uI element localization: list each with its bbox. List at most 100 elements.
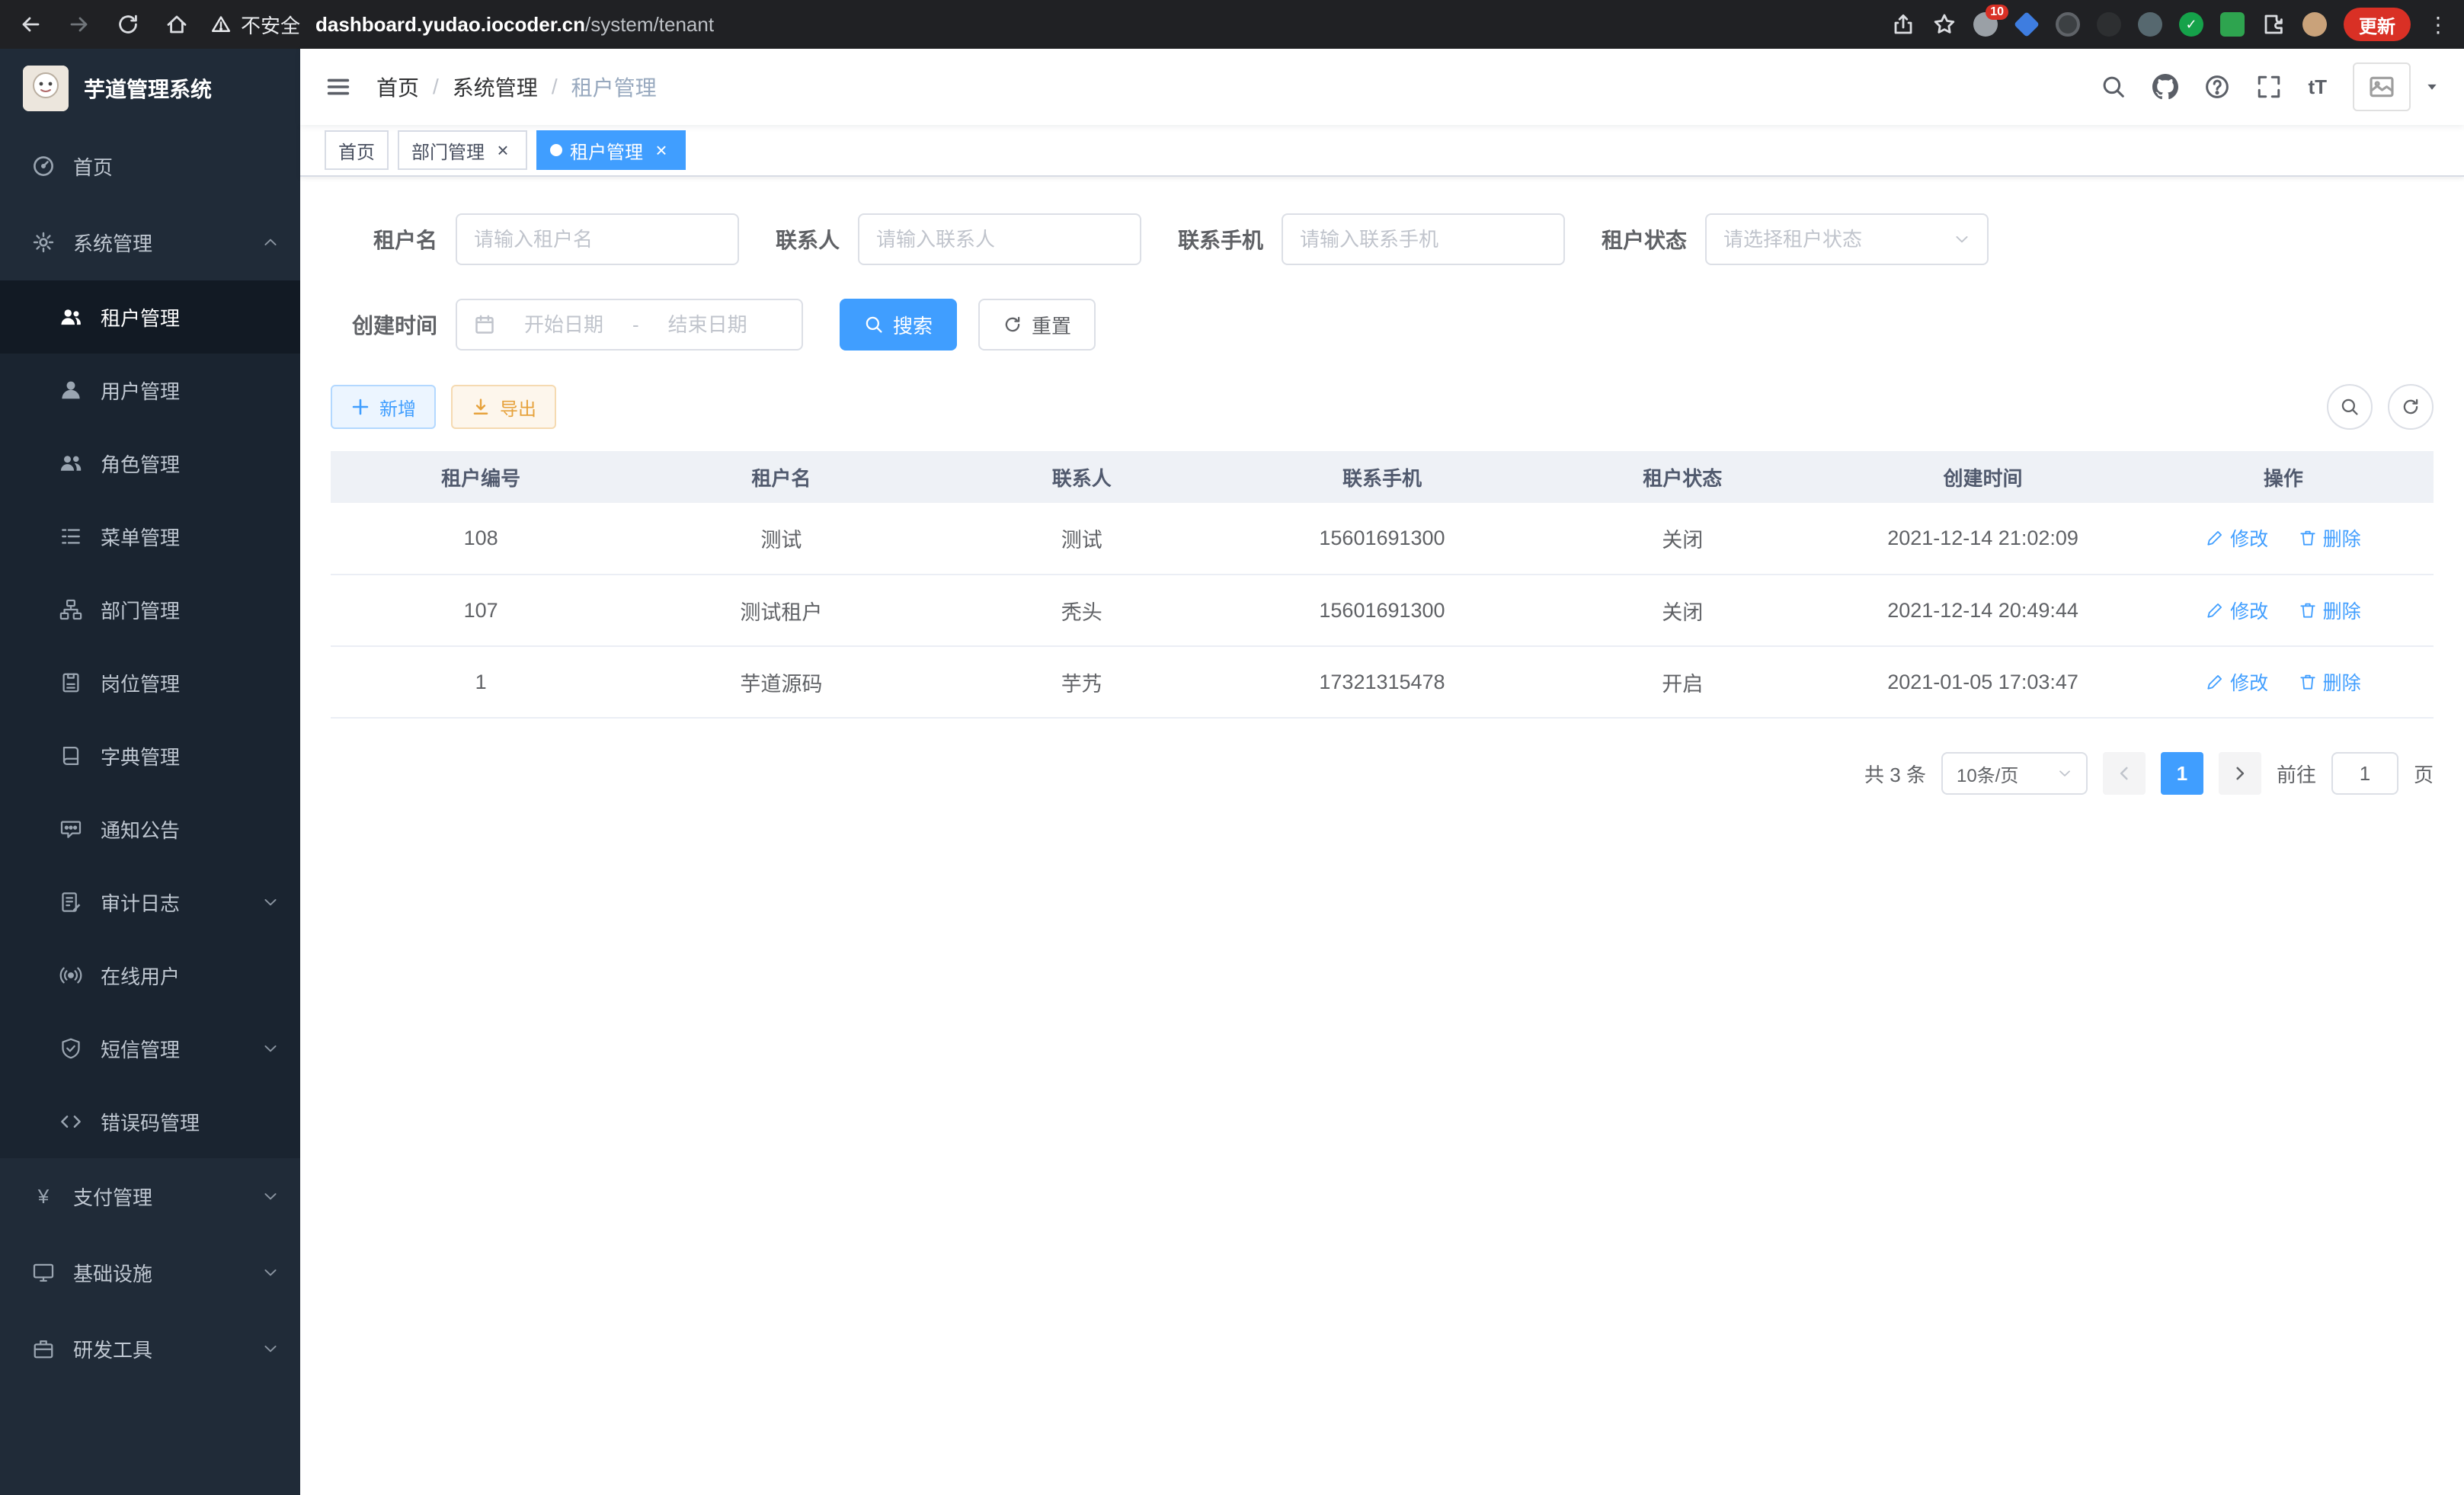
table-column-header: 租户状态 — [1532, 451, 1832, 503]
active-dot — [550, 144, 562, 156]
extension-icon-7[interactable] — [2220, 12, 2245, 37]
sidebar-item[interactable]: 部门管理 — [0, 573, 300, 646]
user-avatar[interactable] — [2353, 62, 2411, 111]
filter-row-1: 租户名 联系人 联系手机 租户状态 — [331, 213, 2434, 265]
reload-icon[interactable] — [116, 12, 140, 37]
sidebar-item[interactable]: 用户管理 — [0, 354, 300, 427]
profile-avatar-icon[interactable] — [2302, 12, 2327, 37]
back-icon[interactable] — [18, 12, 43, 37]
hamburger-icon[interactable] — [325, 73, 352, 101]
sidebar-item[interactable]: 在线用户 — [0, 939, 300, 1012]
toggle-search-button[interactable] — [2327, 384, 2373, 430]
page-size-select[interactable]: 10条/页 — [1941, 752, 2088, 795]
devtool-icon — [32, 1337, 55, 1360]
edit-link[interactable]: 修改 — [2206, 668, 2268, 696]
cell-contact: 秃头 — [932, 575, 1232, 646]
sms-icon — [59, 1037, 82, 1060]
table-column-header: 租户编号 — [331, 451, 631, 503]
sidebar-item[interactable]: 基础设施 — [0, 1234, 300, 1311]
address-bar[interactable]: dashboard.yudao.iocoder.cn/system/tenant — [315, 13, 1891, 37]
sidebar-item[interactable]: 角色管理 — [0, 427, 300, 500]
sidebar-item[interactable]: 研发工具 — [0, 1311, 300, 1387]
sidebar-item[interactable]: 系统管理 — [0, 204, 300, 280]
font-size-icon[interactable]: tT — [2308, 75, 2327, 99]
avatar-caret-icon[interactable] — [2424, 79, 2440, 94]
home-icon[interactable] — [165, 12, 189, 37]
extensions-puzzle-icon[interactable] — [2261, 12, 2286, 37]
next-page-button[interactable] — [2219, 752, 2261, 795]
extension-icon-3[interactable] — [2056, 12, 2080, 37]
page-tab[interactable]: 租户管理 × — [536, 130, 686, 170]
breadcrumb-item[interactable]: 首页 — [376, 72, 419, 102]
sidebar: 芋道管理系统 首页 系统管理 租户管理 — [0, 49, 300, 1495]
extension-icon-6[interactable]: ✓ — [2179, 12, 2203, 37]
edit-link[interactable]: 修改 — [2206, 597, 2268, 624]
sidebar-item[interactable]: 通知公告 — [0, 792, 300, 866]
security-chip[interactable]: 不安全 — [210, 11, 300, 39]
page-number-1[interactable]: 1 — [2161, 752, 2203, 795]
tab-label: 首页 — [338, 137, 375, 164]
sidebar-item[interactable]: 字典管理 — [0, 719, 300, 792]
extension-icon-1[interactable]: 10 — [1973, 12, 1998, 37]
delete-link[interactable]: 删除 — [2299, 597, 2361, 624]
share-icon[interactable] — [1891, 12, 1915, 37]
sidebar-item[interactable]: 错误码管理 — [0, 1085, 300, 1158]
sidebar-item[interactable]: 岗位管理 — [0, 646, 300, 719]
sidebar-item-label: 部门管理 — [101, 596, 180, 624]
fullscreen-icon[interactable] — [2256, 74, 2282, 100]
start-date-input[interactable] — [506, 313, 622, 337]
close-icon[interactable]: × — [492, 139, 514, 161]
sidebar-item[interactable]: 审计日志 — [0, 866, 300, 939]
github-icon[interactable] — [2152, 74, 2178, 100]
extension-icon-5[interactable] — [2138, 12, 2162, 37]
cell-tenant-id: 108 — [331, 503, 631, 575]
sidebar-item-label: 审计日志 — [101, 888, 180, 917]
search-button[interactable]: 搜索 — [840, 299, 957, 351]
page-tab[interactable]: 首页 × — [325, 130, 389, 170]
breadcrumb-item[interactable]: 租户管理 — [571, 72, 657, 102]
sidebar-item[interactable]: 首页 — [0, 128, 300, 204]
sidebar-logo[interactable]: 芋道管理系统 — [0, 49, 300, 128]
edit-link[interactable]: 修改 — [2206, 524, 2268, 552]
cell-tenant-id: 1 — [331, 646, 631, 718]
app-frame: 芋道管理系统 首页 系统管理 租户管理 — [0, 49, 2464, 1495]
cell-created-time: 2021-12-14 20:49:44 — [1832, 575, 2133, 646]
sidebar-item[interactable]: ¥ 支付管理 — [0, 1158, 300, 1234]
breadcrumb-item[interactable]: 系统管理 — [453, 72, 538, 102]
reset-button[interactable]: 重置 — [978, 299, 1096, 351]
sidebar-item-label: 角色管理 — [101, 450, 180, 478]
prev-page-button[interactable] — [2103, 752, 2146, 795]
sidebar-item[interactable]: 短信管理 — [0, 1012, 300, 1085]
refresh-table-button[interactable] — [2388, 384, 2434, 430]
total-count: 共 3 条 — [1864, 760, 1926, 788]
extension-icon-4[interactable] — [2097, 12, 2121, 37]
sidebar-item-label: 系统管理 — [73, 229, 152, 257]
forward-icon[interactable] — [67, 12, 91, 37]
contact-input[interactable] — [876, 228, 1123, 251]
extension-icon-2[interactable] — [2014, 11, 2040, 37]
breadcrumb: 首页 / 系统管理 / 租户管理 — [376, 72, 657, 102]
tenant-name-label: 租户名 — [331, 224, 437, 255]
status-select[interactable] — [1705, 213, 1989, 265]
add-button[interactable]: 新增 — [331, 385, 436, 429]
sidebar-item[interactable]: 租户管理 — [0, 280, 300, 354]
tab-label: 部门管理 — [411, 137, 485, 164]
export-button[interactable]: 导出 — [451, 385, 556, 429]
end-date-input[interactable] — [650, 313, 766, 337]
sidebar-item[interactable]: 菜单管理 — [0, 500, 300, 573]
chrome-update-button[interactable]: 更新 — [2344, 8, 2411, 41]
tenant-name-input[interactable] — [474, 228, 721, 251]
search-icon — [2340, 397, 2360, 417]
close-icon[interactable]: × — [651, 139, 672, 161]
bookmark-star-icon[interactable] — [1932, 12, 1957, 37]
help-icon[interactable] — [2204, 74, 2230, 100]
goto-page-input[interactable] — [2331, 752, 2398, 795]
search-icon[interactable] — [2101, 74, 2126, 100]
status-select-input[interactable] — [1723, 228, 1943, 251]
phone-input[interactable] — [1300, 228, 1547, 251]
delete-link[interactable]: 删除 — [2299, 668, 2361, 696]
delete-link[interactable]: 删除 — [2299, 524, 2361, 552]
date-range-picker[interactable]: - — [456, 299, 803, 351]
page-tab[interactable]: 部门管理 × — [398, 130, 527, 170]
chrome-menu-icon[interactable]: ⋮ — [2427, 12, 2446, 37]
